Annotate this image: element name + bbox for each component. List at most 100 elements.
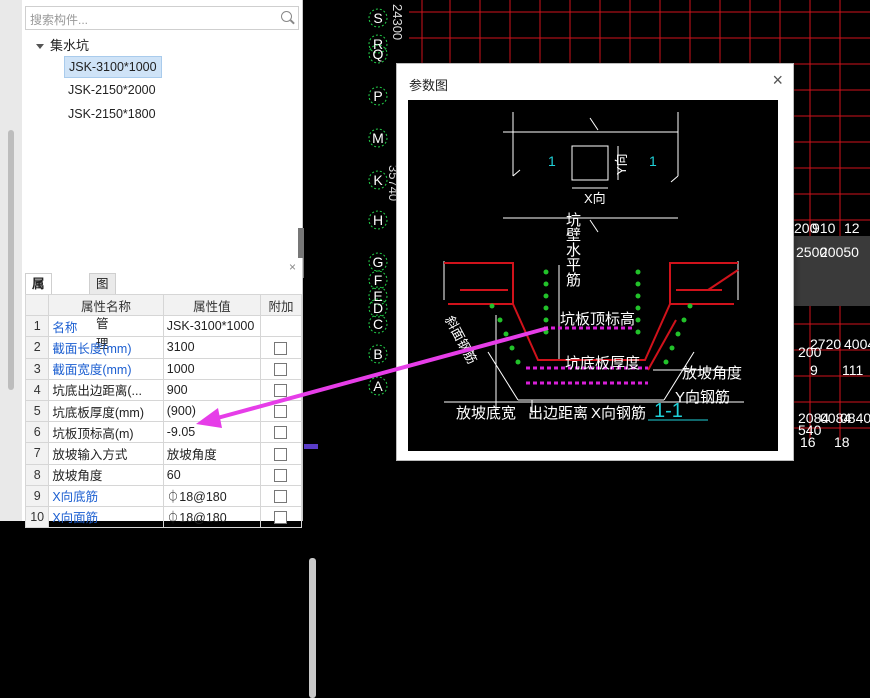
search-input[interactable]: 搜索构件... bbox=[30, 11, 88, 28]
rebar-dot bbox=[543, 329, 549, 335]
left-scrollbar[interactable] bbox=[8, 130, 14, 390]
rebar-dot bbox=[543, 317, 549, 323]
tree-node-label: 集水坑 bbox=[50, 38, 90, 53]
extra-checkbox[interactable] bbox=[274, 468, 288, 482]
row-number: 6 bbox=[24, 421, 50, 444]
tree-item-jsk-3100[interactable]: JSK-3100*1000 bbox=[64, 56, 162, 78]
axis-letter: S bbox=[373, 10, 382, 26]
extra-cell bbox=[259, 357, 303, 380]
table-row[interactable]: 5 坑底板厚度(mm) (900) bbox=[24, 399, 303, 423]
rebar-dot bbox=[509, 345, 515, 351]
row-number: 8 bbox=[24, 463, 50, 486]
tree-item-jsk-2150-2000[interactable]: JSK-2150*2000 bbox=[64, 80, 160, 100]
rebar-dot bbox=[669, 345, 675, 351]
property-name: 坑底板厚度(mm) bbox=[48, 399, 164, 423]
close-icon[interactable]: × bbox=[772, 70, 783, 91]
table-row[interactable]: 2 截面长度(mm) 3100 bbox=[24, 336, 303, 359]
property-value[interactable]: (900) bbox=[162, 399, 261, 423]
rebar-dot bbox=[635, 305, 641, 311]
tab-layer-management[interactable]: 图层管理 bbox=[89, 273, 116, 351]
extra-checkbox[interactable] bbox=[274, 341, 288, 355]
axis-letter: K bbox=[373, 172, 383, 188]
table-row[interactable]: 1 名称 JSK-3100*1000 bbox=[24, 315, 303, 338]
rebar-dot bbox=[635, 317, 641, 323]
slope-angle-label: 放坡角度 bbox=[682, 365, 743, 382]
cad-label: 9 bbox=[810, 362, 818, 378]
section-mark-left: 1 bbox=[548, 153, 556, 169]
property-table: 属性名称 属性值 附加 1 名称 JSK-3100*1000 2 截面长度(mm) 310… bbox=[24, 293, 303, 529]
extra-checkbox[interactable] bbox=[274, 447, 288, 461]
table-row[interactable]: 3 截面宽度(mm) 1000 bbox=[24, 357, 303, 380]
slope-width-label: 放坡底宽 bbox=[456, 405, 517, 422]
extra-checkbox[interactable] bbox=[274, 383, 288, 397]
axis-letter: F bbox=[374, 272, 383, 288]
y-rebar-label: Y向钢筋 bbox=[675, 389, 731, 406]
table-row[interactable]: 7 放坡输入方式 放坡角度 bbox=[24, 442, 303, 465]
cad-label: 20050 bbox=[820, 244, 859, 260]
parameter-diagram: 1 1 Y向 X向 坑壁水平筋 坑板顶标高 斜面钢筋 坑底板厚度 放坡角度 Y向… bbox=[408, 100, 778, 451]
section-mark-right: 1 bbox=[649, 153, 657, 169]
table-row[interactable]: 6 坑板顶标高(m) -9.05 bbox=[24, 421, 303, 444]
close-icon[interactable]: × bbox=[289, 260, 296, 274]
top-elev-label: 坑板顶标高 bbox=[560, 311, 636, 328]
property-value[interactable]: -9.05 bbox=[162, 421, 261, 444]
axis-letter: C bbox=[373, 316, 383, 332]
rebar-dot bbox=[635, 281, 641, 287]
row-number: 3 bbox=[24, 357, 50, 380]
row-number: 7 bbox=[24, 442, 50, 465]
property-value[interactable]: ⏀18@180 bbox=[162, 484, 261, 507]
row-number: 2 bbox=[24, 336, 50, 359]
axis-letter: H bbox=[373, 212, 383, 228]
column-header-value: 属性值 bbox=[162, 293, 261, 317]
tree-node-sump[interactable]: 集水坑 bbox=[36, 35, 89, 54]
tab-property-list[interactable]: 属性列表 bbox=[25, 273, 52, 351]
column-header-name: 属性名称 bbox=[48, 293, 164, 317]
y-dir-label: Y向 bbox=[614, 153, 629, 175]
property-value[interactable]: 3100 bbox=[162, 336, 261, 359]
extra-checkbox[interactable] bbox=[274, 405, 288, 419]
property-value[interactable]: 放坡角度 bbox=[162, 442, 261, 465]
extra-checkbox[interactable] bbox=[274, 489, 288, 503]
property-name: 放坡角度 bbox=[48, 463, 164, 486]
property-panel: × 属性列表 图层管理 属性名称 属性值 附加 1名称JSK-3100*1000… bbox=[22, 258, 316, 698]
bottom-thick-label: 坑底板厚度 bbox=[565, 355, 641, 372]
tree-item-jsk-2150-1800[interactable]: JSK-2150*1800 bbox=[64, 104, 160, 124]
extra-cell bbox=[259, 463, 303, 486]
wall-rebar-label: 坑壁水平筋 bbox=[564, 212, 581, 287]
extra-cell bbox=[259, 484, 303, 507]
axis-letter: M bbox=[372, 130, 384, 146]
extra-cell bbox=[259, 315, 303, 338]
column-header-num bbox=[24, 293, 50, 317]
x-dir-label: X向 bbox=[584, 191, 606, 206]
extra-checkbox[interactable] bbox=[274, 362, 288, 376]
extra-checkbox[interactable] bbox=[274, 511, 288, 525]
axis-letter: A bbox=[373, 378, 383, 394]
property-value[interactable]: 900 bbox=[162, 378, 261, 401]
left-edge-bar bbox=[0, 0, 23, 521]
table-row[interactable]: 8 放坡角度 60 bbox=[24, 463, 303, 486]
property-name: 截面宽度(mm) bbox=[48, 357, 164, 380]
rebar-dot bbox=[489, 303, 495, 309]
rebar-dot bbox=[675, 331, 681, 337]
search-box[interactable]: 搜索构件... bbox=[25, 6, 299, 30]
table-row[interactable]: 10 X向面筋 ⏀18@180 bbox=[24, 505, 303, 529]
cad-label: 18 bbox=[834, 434, 850, 450]
property-value[interactable]: 60 bbox=[162, 463, 261, 486]
property-value[interactable]: 1000 bbox=[162, 357, 261, 380]
expand-arrow-icon[interactable] bbox=[36, 44, 44, 50]
extra-checkbox[interactable] bbox=[274, 426, 288, 440]
section-title: 1-1 bbox=[654, 400, 683, 422]
dialog-title: 参数图 bbox=[409, 78, 449, 93]
component-panel: 搜索构件... 集水坑 JSK-3100*1000 JSK-2150*2000 … bbox=[22, 0, 303, 258]
rebar-dot bbox=[635, 293, 641, 299]
property-name: X向底筋 bbox=[48, 484, 164, 507]
search-icon[interactable] bbox=[281, 11, 292, 22]
property-value[interactable]: JSK-3100*1000 bbox=[162, 315, 261, 338]
cad-label: 2720 bbox=[810, 336, 842, 352]
property-scrollbar[interactable] bbox=[309, 558, 316, 698]
cad-label: 16 bbox=[800, 434, 816, 450]
table-row[interactable]: 4 坑底出边距离(... 900 bbox=[24, 378, 303, 401]
property-value[interactable]: ⏀18@180 bbox=[162, 505, 261, 529]
table-row[interactable]: 9 X向底筋 ⏀18@180 bbox=[24, 484, 303, 507]
extra-cell bbox=[259, 399, 303, 423]
